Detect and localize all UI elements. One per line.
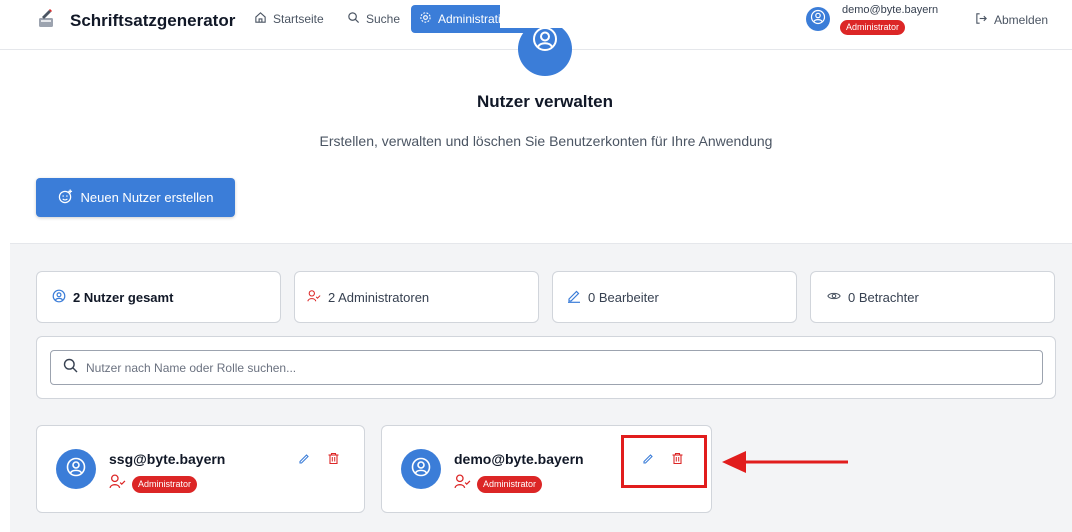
role-badge: Administrator bbox=[132, 475, 198, 493]
role-badge: Administrator bbox=[477, 475, 543, 493]
logout-label: Abmelden bbox=[994, 13, 1049, 27]
user-role: Administrator bbox=[454, 473, 543, 495]
annotation-highlight-box bbox=[621, 435, 707, 488]
stat-label: 0 Betrachter bbox=[848, 289, 919, 305]
annotation-arrow-icon bbox=[722, 451, 848, 473]
pencil-icon bbox=[298, 452, 311, 470]
brand[interactable]: Schriftsatzgenerator bbox=[36, 8, 236, 34]
user-email: demo@byte.bayern bbox=[842, 4, 939, 16]
user-email: demo@byte.bayern bbox=[454, 451, 584, 467]
app-title: Schriftsatzgenerator bbox=[70, 11, 236, 30]
create-user-label: Neuen Nutzer erstellen bbox=[80, 190, 214, 205]
stat-label: 0 Bearbeiter bbox=[588, 289, 659, 305]
user-circle-icon bbox=[410, 456, 432, 483]
home-icon bbox=[254, 11, 273, 27]
logout-icon bbox=[975, 12, 994, 28]
stat-editors: 0 Bearbeiter bbox=[552, 271, 797, 323]
gear-icon bbox=[419, 11, 438, 27]
user-check-icon bbox=[307, 289, 328, 306]
smiley-plus-icon bbox=[58, 188, 81, 207]
delete-user-button[interactable] bbox=[325, 452, 341, 470]
user-card: ssg@byte.bayern Administrator bbox=[36, 425, 365, 513]
page-title: Nutzer verwalten bbox=[476, 92, 614, 111]
search-icon bbox=[347, 11, 366, 27]
nav-label: Suche bbox=[366, 12, 401, 26]
stat-label: 2 Nutzer gesamt bbox=[73, 289, 174, 305]
pencil-icon bbox=[567, 289, 588, 306]
search-field[interactable] bbox=[50, 350, 1043, 385]
hero-avatar bbox=[518, 22, 572, 76]
user-role-badge: Administrator bbox=[840, 20, 906, 35]
create-user-button[interactable]: Neuen Nutzer erstellen bbox=[36, 178, 235, 217]
user-role: Administrator bbox=[109, 473, 198, 495]
user-avatar bbox=[56, 449, 96, 489]
edit-user-button[interactable] bbox=[296, 453, 312, 469]
hero-overlap bbox=[500, 0, 590, 28]
search-panel bbox=[36, 336, 1056, 399]
users-icon bbox=[52, 289, 73, 306]
user-check-icon bbox=[454, 473, 477, 495]
user-search-input[interactable] bbox=[86, 360, 986, 375]
app-logo-icon bbox=[36, 8, 56, 34]
user-email: ssg@byte.bayern bbox=[109, 451, 226, 467]
user-avatar[interactable] bbox=[806, 7, 830, 31]
user-check-icon bbox=[109, 473, 132, 495]
eye-icon bbox=[827, 289, 848, 306]
trash-icon bbox=[327, 452, 340, 470]
page-subtitle: Erstellen, verwalten und löschen Sie Ben… bbox=[319, 133, 773, 149]
stat-label: 2 Administratoren bbox=[328, 289, 430, 305]
user-circle-icon bbox=[810, 9, 826, 30]
nav-startseite[interactable]: Startseite bbox=[246, 5, 332, 33]
stat-total-users: 2 Nutzer gesamt bbox=[36, 271, 281, 323]
logout-button[interactable]: Abmelden bbox=[975, 12, 1048, 28]
user-circle-icon bbox=[65, 456, 87, 483]
search-icon bbox=[63, 358, 86, 378]
stat-viewers: 0 Betrachter bbox=[810, 271, 1055, 323]
stat-admins: 2 Administratoren bbox=[294, 271, 539, 323]
nav-suche[interactable]: Suche bbox=[339, 5, 408, 33]
user-avatar bbox=[401, 449, 441, 489]
nav-label: Startseite bbox=[273, 12, 324, 26]
